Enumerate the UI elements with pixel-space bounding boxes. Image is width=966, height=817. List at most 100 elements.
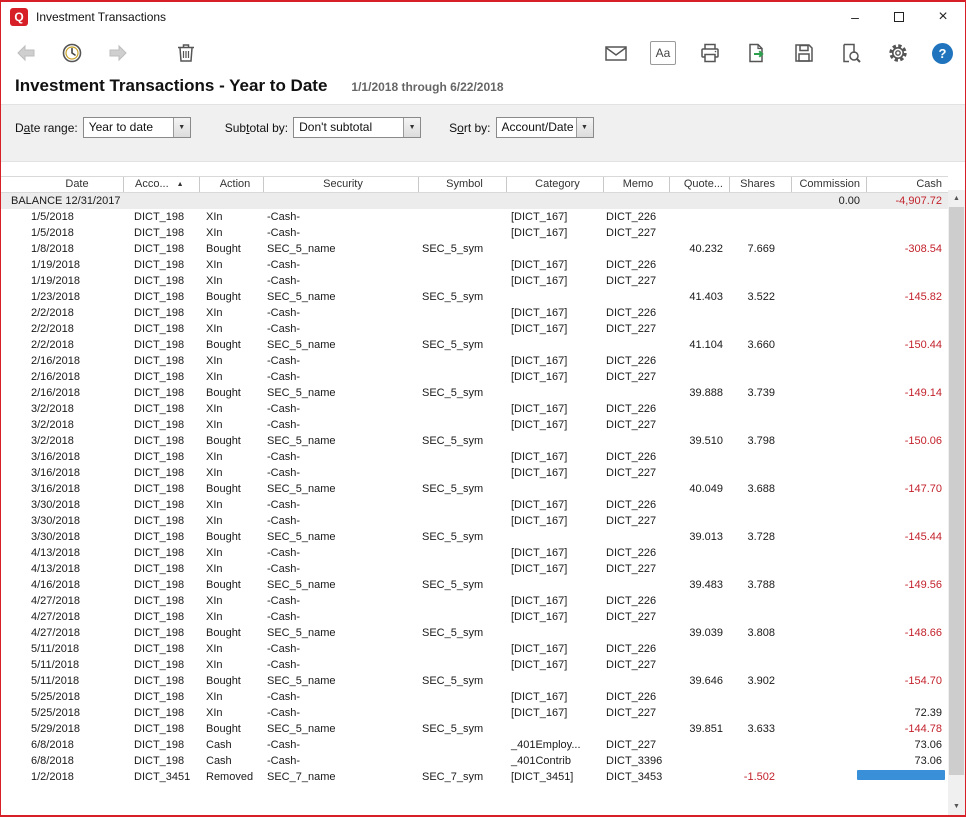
table-row[interactable]: 2/16/2018DICT_198BoughtSEC_5_nameSEC_5_s… [1, 385, 948, 401]
cell-action: Bought [199, 481, 263, 497]
history-icon[interactable] [59, 40, 85, 66]
table-row[interactable]: 4/13/2018DICT_198XIn-Cash-[DICT_167]DICT… [1, 545, 948, 561]
cell-memo: DICT_227 [603, 561, 669, 577]
cell-commission [791, 593, 866, 609]
save-icon[interactable] [791, 40, 817, 66]
table-row[interactable]: 5/11/2018DICT_198XIn-Cash-[DICT_167]DICT… [1, 641, 948, 657]
cell-quote [669, 689, 729, 705]
table-row[interactable]: 3/16/2018DICT_198BoughtSEC_5_nameSEC_5_s… [1, 481, 948, 497]
mail-icon[interactable] [603, 40, 629, 66]
cell-commission [791, 273, 866, 289]
cell-shares: 3.522 [729, 289, 791, 305]
cell-account: DICT_198 [123, 337, 199, 353]
cell-symbol [418, 465, 506, 481]
table-row[interactable]: 4/27/2018DICT_198XIn-Cash-[DICT_167]DICT… [1, 609, 948, 625]
column-header-shares[interactable]: Shares [729, 177, 791, 192]
vertical-scrollbar-thumb[interactable] [949, 207, 964, 775]
delete-icon[interactable] [173, 40, 199, 66]
cell-security: -Cash- [263, 657, 418, 673]
table-row[interactable]: 3/30/2018DICT_198XIn-Cash-[DICT_167]DICT… [1, 497, 948, 513]
back-icon[interactable] [13, 40, 39, 66]
print-icon[interactable] [697, 40, 723, 66]
table-row[interactable]: 4/27/2018DICT_198XIn-Cash-[DICT_167]DICT… [1, 593, 948, 609]
table-row[interactable]: 4/13/2018DICT_198XIn-Cash-[DICT_167]DICT… [1, 561, 948, 577]
vertical-scrollbar[interactable]: ▲ ▼ [948, 190, 965, 815]
table-row[interactable]: 5/29/2018DICT_198BoughtSEC_5_nameSEC_5_s… [1, 721, 948, 737]
table-row[interactable]: 1/5/2018DICT_198XIn-Cash-[DICT_167]DICT_… [1, 209, 948, 225]
cell-memo [603, 241, 669, 257]
cell-shares [729, 449, 791, 465]
table-row[interactable]: 1/5/2018DICT_198XIn-Cash-[DICT_167]DICT_… [1, 225, 948, 241]
cell-action: XIn [199, 257, 263, 273]
cell-action: XIn [199, 209, 263, 225]
table-row[interactable]: 3/16/2018DICT_198XIn-Cash-[DICT_167]DICT… [1, 449, 948, 465]
column-header-commission[interactable]: Commission [791, 177, 866, 192]
table-row[interactable]: 1/8/2018DICT_198BoughtSEC_5_nameSEC_5_sy… [1, 241, 948, 257]
column-header-date[interactable]: Date [1, 177, 123, 192]
export-icon[interactable] [744, 40, 770, 66]
table-row[interactable]: 5/25/2018DICT_198XIn-Cash-[DICT_167]DICT… [1, 705, 948, 721]
table-row[interactable]: 2/2/2018DICT_198XIn-Cash-[DICT_167]DICT_… [1, 321, 948, 337]
column-header-action[interactable]: Action [199, 177, 263, 192]
table-row[interactable]: 1/23/2018DICT_198BoughtSEC_5_nameSEC_5_s… [1, 289, 948, 305]
cell-date: 1/5/2018 [1, 209, 123, 225]
column-header-security[interactable]: Security [263, 177, 418, 192]
horizontal-scrollbar-thumb[interactable] [857, 770, 945, 780]
table-row[interactable]: 1/19/2018DICT_198XIn-Cash-[DICT_167]DICT… [1, 273, 948, 289]
cell-symbol: SEC_5_sym [418, 721, 506, 737]
title-bar: Q Investment Transactions – × [1, 2, 965, 32]
cell-shares [729, 225, 791, 241]
cell-account: DICT_198 [123, 737, 199, 753]
sort-dropdown[interactable]: Account/Date ▼ [496, 117, 594, 138]
column-header-cash[interactable]: Cash [866, 177, 948, 192]
table-row[interactable]: 3/30/2018DICT_198XIn-Cash-[DICT_167]DICT… [1, 513, 948, 529]
close-button[interactable]: × [921, 2, 965, 32]
cell-shares: 3.660 [729, 337, 791, 353]
column-header-quote[interactable]: Quote... [669, 177, 729, 192]
fonts-icon[interactable]: Aa [650, 41, 676, 65]
cell-symbol [418, 561, 506, 577]
table-row[interactable]: 2/16/2018DICT_198XIn-Cash-[DICT_167]DICT… [1, 353, 948, 369]
column-header-memo[interactable]: Memo [603, 177, 669, 192]
help-icon[interactable]: ? [932, 43, 953, 64]
column-header-account[interactable]: Acco...▲ [123, 177, 199, 192]
table-row[interactable]: 2/16/2018DICT_198XIn-Cash-[DICT_167]DICT… [1, 369, 948, 385]
table-row[interactable]: 3/30/2018DICT_198BoughtSEC_5_nameSEC_5_s… [1, 529, 948, 545]
print-preview-icon[interactable] [838, 40, 864, 66]
cell-date: 3/30/2018 [1, 513, 123, 529]
settings-icon[interactable] [885, 40, 911, 66]
table-row[interactable]: 3/2/2018DICT_198XIn-Cash-[DICT_167]DICT_… [1, 401, 948, 417]
cell-security: -Cash- [263, 257, 418, 273]
minimize-button[interactable]: – [833, 2, 877, 32]
scroll-down-icon[interactable]: ▼ [948, 798, 965, 815]
table-row[interactable]: 4/27/2018DICT_198BoughtSEC_5_nameSEC_5_s… [1, 625, 948, 641]
toolbar-right-group: Aa [603, 40, 953, 66]
scroll-up-icon[interactable]: ▲ [948, 190, 965, 207]
table-row[interactable]: 5/11/2018DICT_198BoughtSEC_5_nameSEC_5_s… [1, 673, 948, 689]
cell-commission [791, 225, 866, 241]
cell-action: Bought [199, 721, 263, 737]
cell-security: -Cash- [263, 449, 418, 465]
table-row[interactable]: 3/2/2018DICT_198BoughtSEC_5_nameSEC_5_sy… [1, 433, 948, 449]
table-row[interactable]: 2/2/2018DICT_198BoughtSEC_5_nameSEC_5_sy… [1, 337, 948, 353]
chevron-down-icon: ▼ [403, 118, 420, 137]
date-range-dropdown[interactable]: Year to date ▼ [83, 117, 191, 138]
table-row[interactable]: 6/8/2018DICT_198Cash-Cash-_401Employ...D… [1, 737, 948, 753]
column-header-symbol[interactable]: Symbol [418, 177, 506, 192]
subtotal-dropdown[interactable]: Don't subtotal ▼ [293, 117, 421, 138]
table-row[interactable]: 3/2/2018DICT_198XIn-Cash-[DICT_167]DICT_… [1, 417, 948, 433]
table-row[interactable]: 5/25/2018DICT_198XIn-Cash-[DICT_167]DICT… [1, 689, 948, 705]
column-header-category[interactable]: Category [506, 177, 603, 192]
cell-date: 3/30/2018 [1, 497, 123, 513]
table-row[interactable]: 2/2/2018DICT_198XIn-Cash-[DICT_167]DICT_… [1, 305, 948, 321]
horizontal-scrollbar[interactable] [1, 770, 948, 780]
table-row[interactable]: 6/8/2018DICT_198Cash-Cash-_401ContribDIC… [1, 753, 948, 769]
cell-category: [DICT_167] [506, 593, 603, 609]
table-row[interactable]: 1/19/2018DICT_198XIn-Cash-[DICT_167]DICT… [1, 257, 948, 273]
table-row[interactable]: 4/16/2018DICT_198BoughtSEC_5_nameSEC_5_s… [1, 577, 948, 593]
table-row[interactable]: 3/16/2018DICT_198XIn-Cash-[DICT_167]DICT… [1, 465, 948, 481]
table-row[interactable]: 5/11/2018DICT_198XIn-Cash-[DICT_167]DICT… [1, 657, 948, 673]
balance-row[interactable]: BALANCE 12/31/20170.00-4,907.72 [1, 193, 948, 209]
maximize-button[interactable] [877, 2, 921, 32]
forward-icon[interactable] [105, 40, 131, 66]
